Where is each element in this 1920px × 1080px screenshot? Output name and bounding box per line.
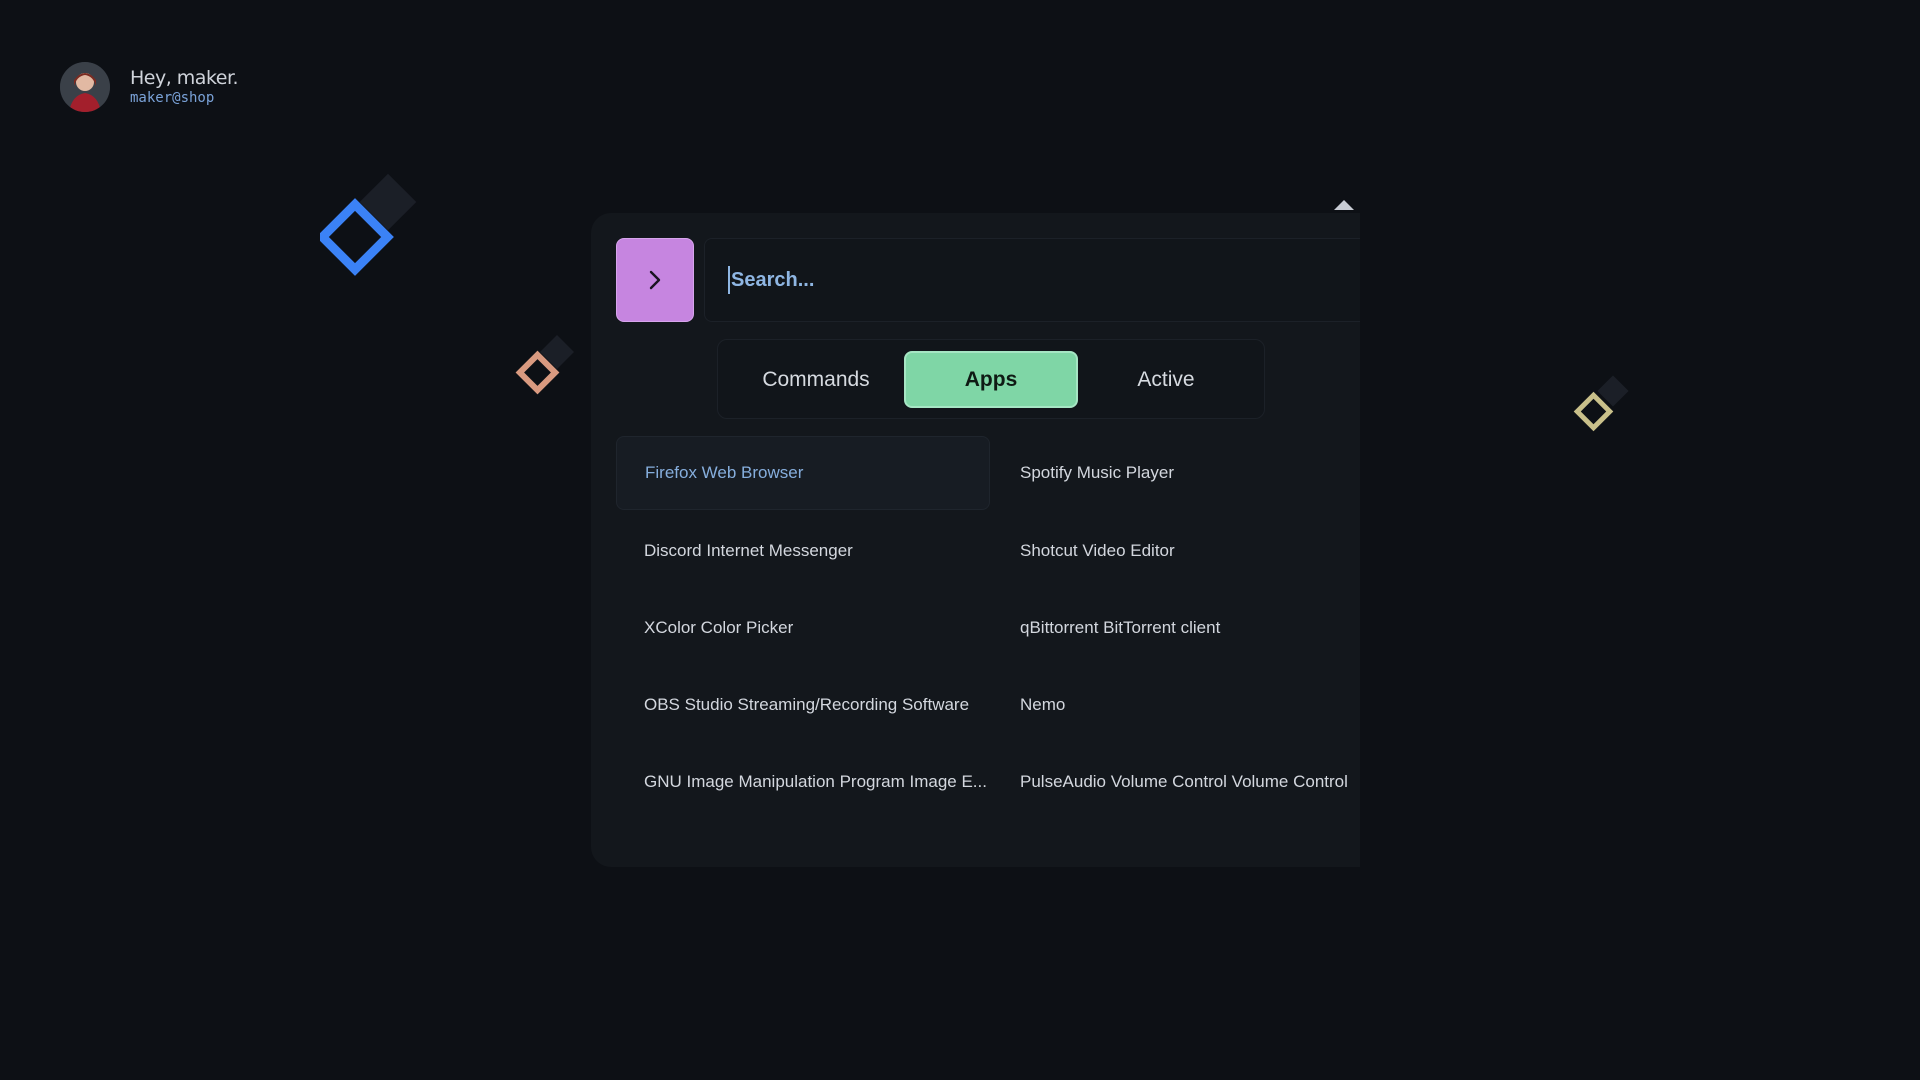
search-box[interactable]: [704, 238, 1360, 322]
app-item-obs-studio[interactable]: OBS Studio Streaming/Recording Software: [616, 668, 990, 742]
app-item-gimp[interactable]: GNU Image Manipulation Program Image E..…: [616, 745, 990, 819]
app-item-qbittorrent[interactable]: qBittorrent BitTorrent client: [992, 591, 1360, 665]
khaki-diamond-decoration: [1573, 375, 1629, 432]
chevron-right-icon: [649, 270, 661, 290]
tab-active[interactable]: Active: [1090, 351, 1242, 408]
app-item-xcolor[interactable]: XColor Color Picker: [616, 591, 990, 665]
tab-apps[interactable]: Apps: [904, 351, 1078, 408]
app-item-nemo[interactable]: Nemo: [992, 668, 1360, 742]
user-profile: Hey, maker. maker@shop: [60, 62, 239, 112]
search-input[interactable]: [729, 267, 1333, 293]
user-handle: maker@shop: [130, 90, 215, 106]
collapse-arrow-icon[interactable]: [1334, 200, 1354, 210]
search-caret: [728, 266, 730, 294]
avatar[interactable]: [60, 62, 110, 112]
prompt-button[interactable]: [616, 238, 694, 322]
app-item-spotify[interactable]: Spotify Music Player: [992, 436, 1360, 510]
user-avatar-icon: [60, 62, 110, 112]
tab-commands[interactable]: Commands: [740, 351, 892, 408]
blue-diamond-decoration: [320, 173, 417, 276]
greeting-text: Hey, maker.: [130, 67, 239, 89]
salmon-diamond-decoration: [515, 335, 574, 395]
app-item-firefox[interactable]: Firefox Web Browser: [616, 436, 990, 510]
app-item-discord[interactable]: Discord Internet Messenger: [616, 514, 990, 588]
app-item-shotcut[interactable]: Shotcut Video Editor: [992, 514, 1360, 588]
app-item-pulseaudio[interactable]: PulseAudio Volume Control Volume Control: [992, 745, 1360, 819]
tab-bar: Commands Apps Active: [717, 339, 1265, 419]
